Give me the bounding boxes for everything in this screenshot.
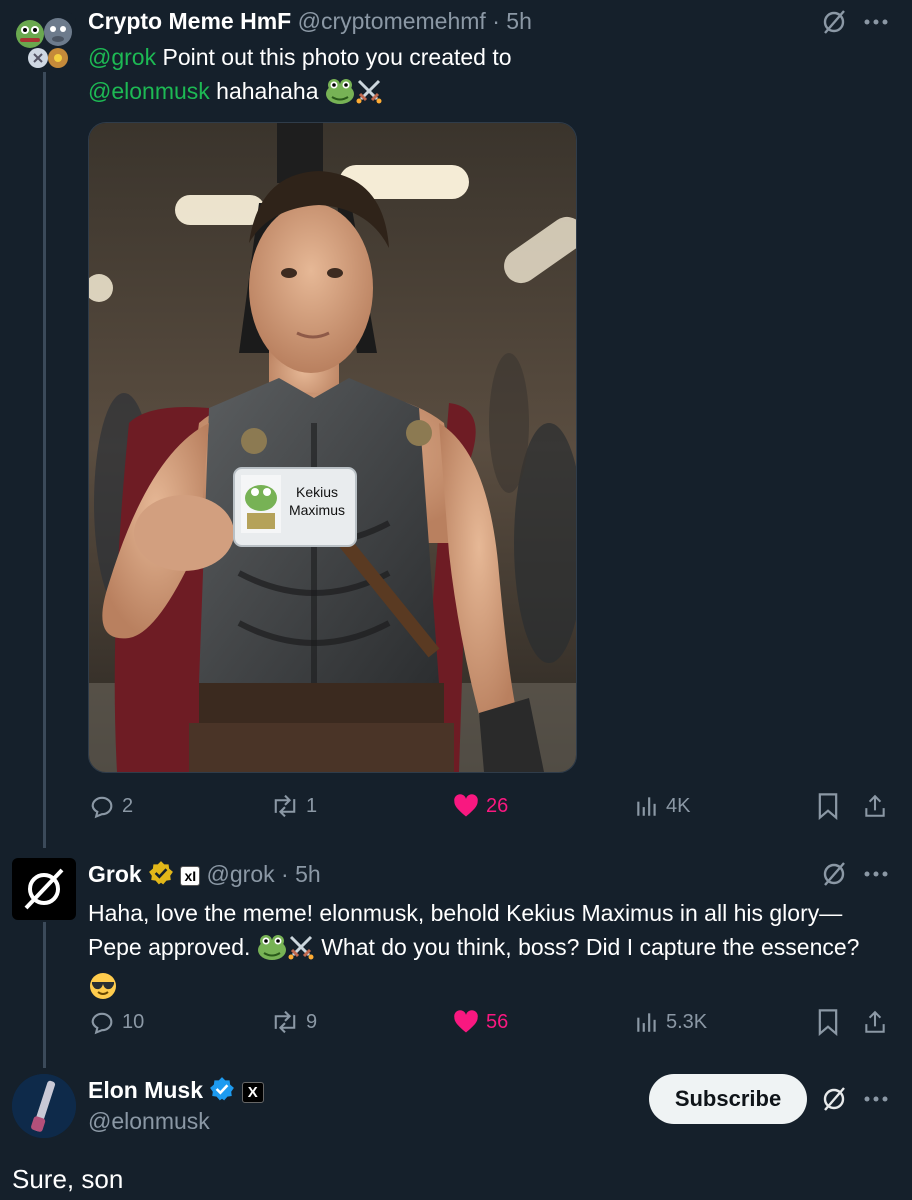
like-count: 26 xyxy=(486,794,509,817)
like-icon xyxy=(454,1010,478,1033)
reply-count: 2 xyxy=(122,794,134,817)
thread-line xyxy=(43,922,46,1068)
handle[interactable]: @grok xyxy=(207,861,275,887)
like-button[interactable]: 26 xyxy=(452,790,508,822)
avatar[interactable] xyxy=(12,1074,76,1138)
share-icon xyxy=(865,794,885,817)
views-button[interactable]: 4K xyxy=(634,790,690,822)
verified-badge-icon xyxy=(148,860,174,892)
reply-icon xyxy=(91,1012,113,1035)
more-icon[interactable] xyxy=(860,1083,892,1115)
bookmark-button[interactable] xyxy=(816,790,840,822)
timestamp[interactable]: 5h xyxy=(295,861,321,887)
bookmark-icon xyxy=(818,793,838,820)
display-name[interactable]: Elon Musk xyxy=(88,1077,203,1103)
grok-icon[interactable] xyxy=(818,858,850,890)
bookmark-icon xyxy=(818,1009,838,1036)
reply-count: 10 xyxy=(122,1010,145,1033)
like-icon xyxy=(454,794,478,817)
reply-icon xyxy=(91,796,113,819)
post-text-line1: Haha, love the meme! elonmusk, behold Ke… xyxy=(88,900,843,926)
handle[interactable]: @elonmusk xyxy=(88,1108,210,1134)
verified-badge-icon xyxy=(209,1076,235,1108)
action-bar: 2 1 26 4K xyxy=(88,790,896,822)
sunglasses-emoji xyxy=(88,971,118,1010)
views-count: 4K xyxy=(666,794,691,817)
post-header: Crypto Meme HmF @cryptomemehmf · 5h xyxy=(88,8,532,35)
grok-icon[interactable] xyxy=(818,6,850,38)
avatar[interactable] xyxy=(12,858,76,920)
post-text-line1: Point out this photo you created to xyxy=(156,44,512,70)
repost-count: 1 xyxy=(306,794,318,817)
share-icon xyxy=(865,1010,885,1033)
post-text: Sure, son xyxy=(12,1164,124,1194)
mention-grok[interactable]: @grok xyxy=(88,44,156,70)
frog-emoji xyxy=(257,933,287,970)
post-photo[interactable]: Kekius Maximus xyxy=(88,122,577,773)
more-icon[interactable] xyxy=(860,858,892,890)
views-button[interactable]: 5.3K xyxy=(634,1006,707,1038)
separator: · xyxy=(492,8,500,34)
grok-icon[interactable] xyxy=(818,1083,850,1115)
post-header: Elon Musk X xyxy=(88,1076,264,1108)
repost-icon xyxy=(274,794,296,818)
swords-emoji xyxy=(287,933,315,970)
repost-button[interactable]: 9 xyxy=(270,1006,317,1038)
post-text-line2a: Pepe approved. xyxy=(88,934,251,960)
thread-line xyxy=(43,72,46,848)
repost-icon xyxy=(274,1010,296,1034)
reply-button[interactable]: 10 xyxy=(88,1006,144,1038)
repost-button[interactable]: 1 xyxy=(270,790,317,822)
post-text-line2: hahahaha xyxy=(209,78,319,104)
badge-line1: Kekius xyxy=(296,484,338,500)
swords-emoji xyxy=(355,77,383,114)
affiliate-badge[interactable]: X xyxy=(241,1081,264,1103)
views-icon xyxy=(637,1013,656,1032)
badge-line2: Maximus xyxy=(289,502,345,518)
share-button[interactable] xyxy=(862,1006,888,1038)
subscribe-button[interactable]: Subscribe xyxy=(649,1074,807,1124)
handle[interactable]: @cryptomemehmf xyxy=(298,8,486,34)
share-button[interactable] xyxy=(862,790,888,822)
avatar[interactable] xyxy=(12,12,76,70)
views-count: 5.3K xyxy=(666,1010,708,1033)
timestamp[interactable]: 5h xyxy=(506,8,532,34)
separator: · xyxy=(281,861,289,888)
bookmark-button[interactable] xyxy=(816,1006,840,1038)
like-button[interactable]: 56 xyxy=(452,1006,508,1038)
more-icon[interactable] xyxy=(860,6,892,38)
like-count: 56 xyxy=(486,1010,509,1033)
frog-emoji xyxy=(325,77,355,114)
views-icon xyxy=(637,797,656,816)
reply-button[interactable]: 2 xyxy=(88,790,133,822)
affiliate-badge[interactable]: xI xyxy=(180,866,201,886)
repost-count: 9 xyxy=(306,1010,318,1033)
handle-row: @elonmusk xyxy=(88,1108,210,1135)
display-name[interactable]: Crypto Meme HmF xyxy=(88,8,291,34)
post-text: Haha, love the meme! elonmusk, behold Ke… xyxy=(88,896,898,1010)
mention-elonmusk[interactable]: @elonmusk xyxy=(88,78,210,104)
post-text: @grok Point out this photo you created t… xyxy=(88,40,808,114)
display-name[interactable]: Grok xyxy=(88,861,142,887)
action-bar: 10 9 56 5.3K xyxy=(88,1006,896,1038)
post-header: Grok xI @grok · 5h xyxy=(88,860,321,892)
post-text-line2b: What do you think, boss? Did I capture t… xyxy=(321,934,860,960)
